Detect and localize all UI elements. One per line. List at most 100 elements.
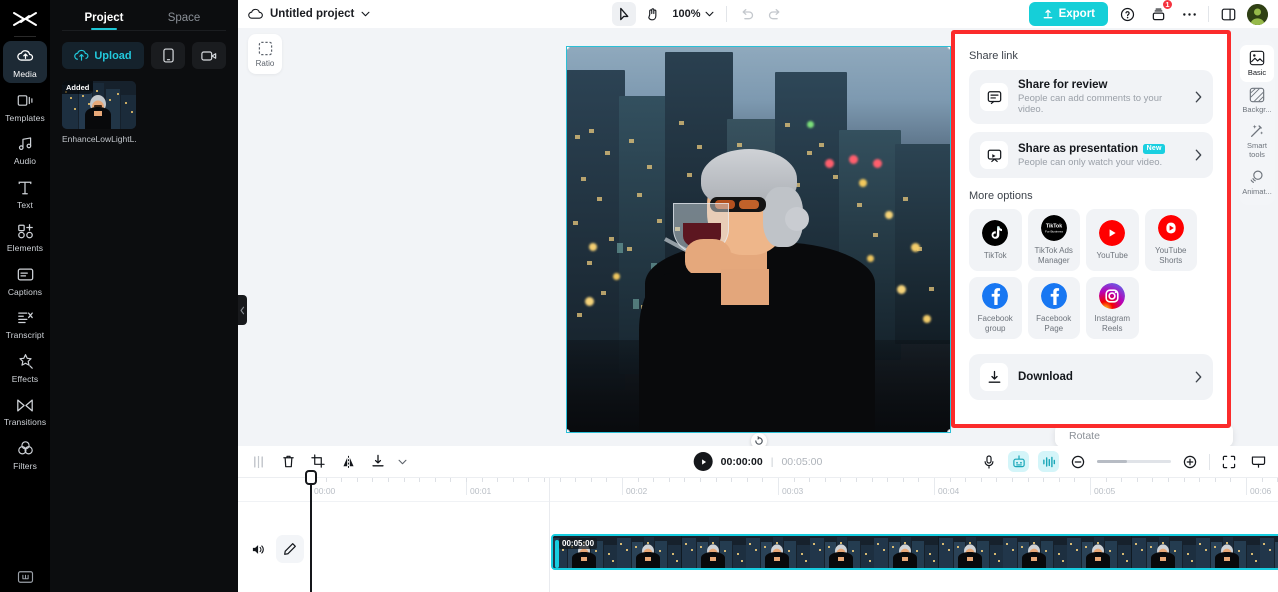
sidebar-item-media[interactable]: Media [3,41,47,83]
share-tile-facebook-page[interactable]: Facebook Page [1027,277,1080,339]
video-canvas[interactable] [566,46,951,433]
upload-button[interactable]: Upload [62,42,144,69]
split-button[interactable] [248,452,268,472]
sidebar-item-templates[interactable]: Templates [3,85,47,127]
sidebar-item-filters[interactable]: Filters [3,433,47,475]
redo-button[interactable] [763,2,787,26]
timeline-right-tools [978,451,1268,472]
panel-collapse-handle[interactable] [238,295,247,325]
mirror-button[interactable] [338,452,358,472]
ruler-tick [684,478,686,482]
fit-to-screen-button[interactable] [1219,452,1239,472]
share-tile-facebook-group[interactable]: Facebook group [969,277,1022,339]
share-tile-label: YouTube Shorts [1155,245,1187,265]
tab-space[interactable]: Space [144,12,224,30]
layout-toggle-button[interactable] [1216,2,1240,26]
export-button[interactable]: Export [1028,2,1108,26]
sidebar-item-captions[interactable]: Captions [3,259,47,301]
audio-waveform-button[interactable] [1038,451,1059,472]
auto-adjust-icon [1012,454,1025,467]
more-options-button[interactable] [1177,2,1201,26]
notifications-button[interactable]: 1 [1146,0,1173,26]
media-item[interactable]: Added EnhanceLowLightL... [62,81,136,144]
app-root: Media Templates Audio Text Elements Capt… [0,0,1278,592]
right-rail-item-animation[interactable]: Animat... [1240,164,1274,201]
more-horizontal-icon [1182,12,1196,16]
media-thumbnail[interactable]: Added [62,81,136,129]
timeline-more-button[interactable] [392,452,412,472]
ruler-tick [840,478,842,482]
tab-project[interactable]: Project [64,12,144,30]
sidebar-item-elements[interactable]: Elements [3,215,47,257]
zoom-in-button[interactable] [1180,452,1200,472]
play-icon [701,458,706,465]
right-rail-item-smart-tools[interactable]: Smart tools [1240,118,1274,163]
right-rail-item-basic[interactable]: Basic [1240,45,1274,82]
sidebar-item-transcript[interactable]: Transcript [3,302,47,344]
timeline-toolbar: 00:00:00 | 00:05:00 [238,446,1278,478]
app-logo-icon[interactable] [8,7,42,33]
ruler-tick [980,478,982,482]
project-panel: Project Space Upload Added EnhanceLowLig… [50,0,238,592]
ruler-tick [559,478,561,482]
waveform-icon [1042,456,1055,467]
playhead[interactable] [305,470,317,592]
undo-button[interactable] [735,2,759,26]
project-title-button[interactable]: Untitled project [248,8,370,20]
resize-handle-bottom-right[interactable] [947,429,950,432]
sidebar-item-effects[interactable]: Effects [3,346,47,388]
timeline-zoom-slider[interactable] [1097,460,1171,463]
share-tile-instagram-reels[interactable]: Instagram Reels [1086,277,1139,339]
download-icon [372,454,384,467]
timeline-ruler[interactable]: 00:00 00:01 00:02 00:03 00:04 00:05 00:0… [238,478,1278,502]
ruler-tick [996,478,998,482]
sidebar-item-audio[interactable]: Audio [3,128,47,170]
keyboard-shortcuts-button[interactable] [0,570,50,584]
share-for-review-row[interactable]: Share for review People can add comments… [969,70,1213,124]
share-row-title-text: Share as presentation [1018,142,1139,155]
hand-tool-button[interactable] [640,2,664,26]
right-rail-item-background[interactable]: Backgr... [1240,82,1274,119]
sidebar-item-text[interactable]: Text [3,172,47,214]
panel-layout-icon [1221,8,1235,20]
play-button[interactable] [693,452,713,471]
tiktok-icon [982,219,1009,246]
ruler-tick [1168,478,1169,482]
chevron-down-icon[interactable] [361,11,370,17]
sidebar-item-transitions[interactable]: Transitions [3,389,47,431]
playhead-handle[interactable] [305,470,317,485]
delete-button[interactable] [278,452,298,472]
share-tile-youtube-shorts[interactable]: YouTube Shorts [1144,209,1197,271]
ratio-button[interactable]: Ratio [248,34,282,74]
auto-adjust-button[interactable] [1008,451,1029,472]
present-button[interactable] [1248,452,1268,472]
zoom-level-selector[interactable]: 100% [668,8,717,20]
ruler-tick [1012,478,1013,482]
mute-track-button[interactable] [248,539,268,559]
download-row[interactable]: Download [969,354,1213,400]
media-list: Added EnhanceLowLightL... [50,69,238,144]
clip-filmstrip [553,536,1278,568]
ruler-tick [497,478,499,482]
tiktok-ads-manager-icon: TikTok For Business [1040,214,1067,241]
ruler-tick [450,478,452,482]
share-as-presentation-row[interactable]: Share as presentation New People can onl… [969,132,1213,178]
zoom-out-button[interactable] [1068,452,1088,472]
share-tile-youtube[interactable]: YouTube [1086,209,1139,271]
timeline-download-button[interactable] [368,452,388,472]
record-button[interactable] [192,42,226,69]
animation-icon [1250,170,1263,183]
share-tile-tiktok-ads-manager[interactable]: TikTok For Business TikTok Ads Manager [1027,209,1080,271]
help-button[interactable] [1115,2,1139,26]
share-tile-tiktok[interactable]: TikTok [969,209,1022,271]
crop-button[interactable] [308,452,328,472]
voiceover-button[interactable] [978,451,999,472]
device-upload-button[interactable] [151,42,185,69]
avatar[interactable] [1247,3,1268,25]
project-panel-tabs: Project Space [50,0,238,30]
select-tool-button[interactable] [612,2,637,26]
timeline-clip[interactable]: 00:05:00 [551,534,1278,570]
edit-track-button[interactable] [276,535,304,563]
ruler-tick [746,478,748,482]
ruler-tick [965,478,967,482]
